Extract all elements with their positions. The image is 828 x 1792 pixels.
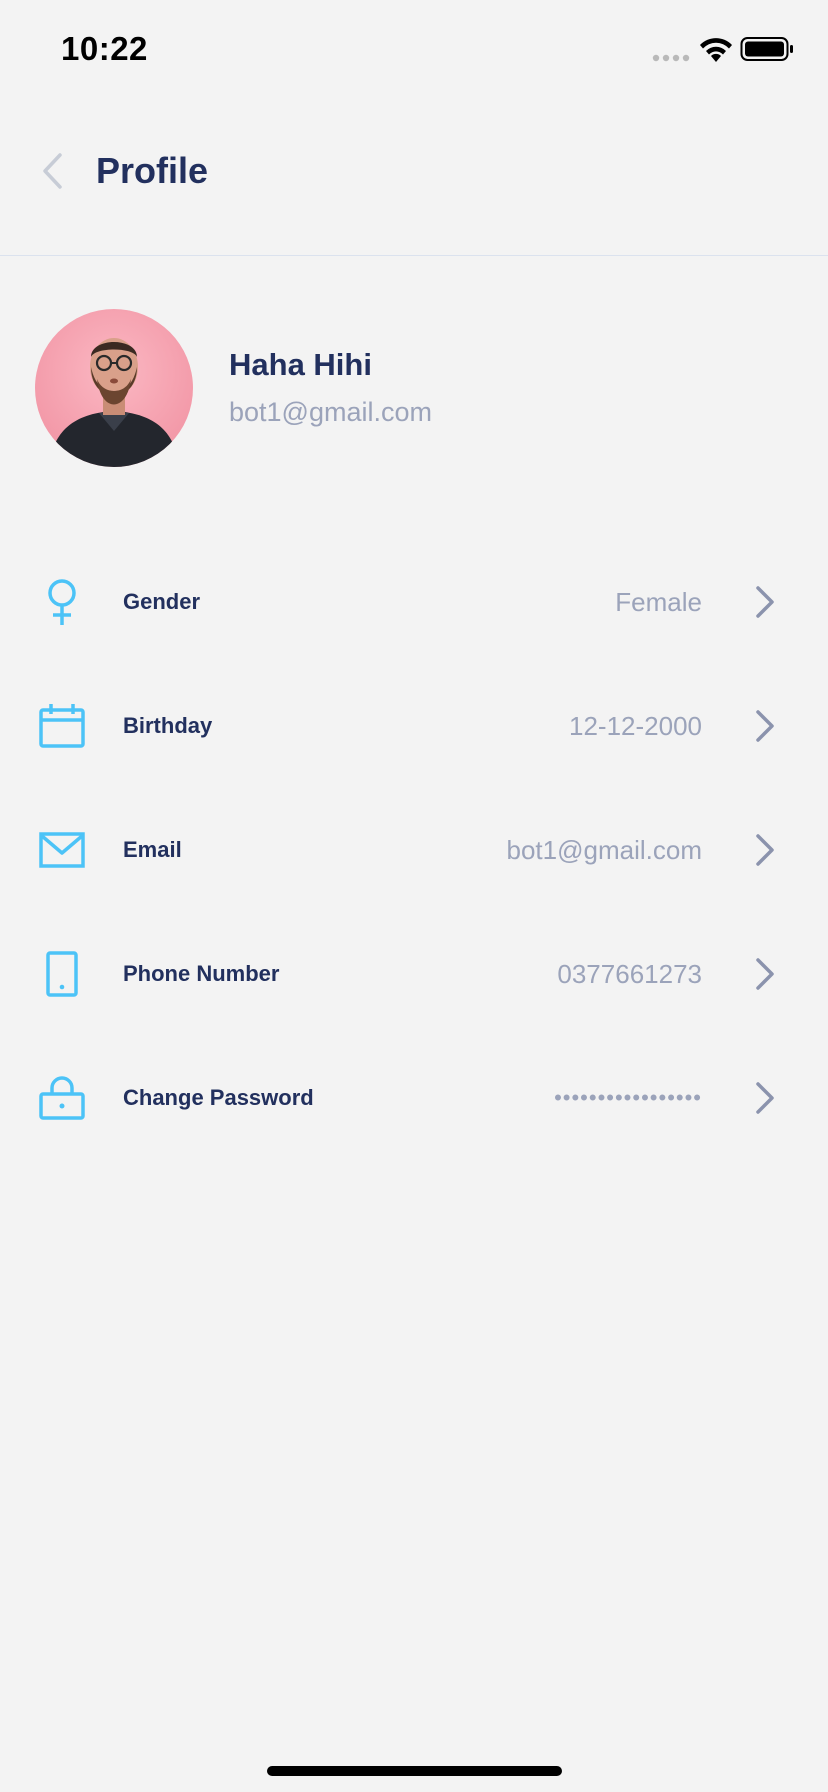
chevron-right-icon <box>752 1080 778 1116</box>
nav-header: Profile <box>0 100 828 256</box>
settings-row-value: ••••••••••••••••• <box>554 1085 702 1110</box>
settings-row-value: 0377661273 <box>557 958 702 989</box>
settings-row-value: Female <box>615 586 702 617</box>
profile-settings-list: Gender Female Birthday 12-12-2000 Email … <box>0 540 828 1160</box>
avatar[interactable] <box>35 309 193 467</box>
profile-summary: Haha Hihi bot1@gmail.com <box>35 309 795 469</box>
page-title: Profile <box>96 150 209 191</box>
phone-icon <box>38 948 86 1000</box>
cellular-signal-icon <box>652 54 690 62</box>
lock-icon <box>38 1072 86 1124</box>
settings-row-label: Birthday <box>123 713 213 738</box>
settings-row-value: bot1@gmail.com <box>506 834 702 865</box>
home-indicator[interactable] <box>267 1766 562 1776</box>
settings-row-email[interactable]: Email bot1@gmail.com <box>0 788 828 912</box>
settings-row-birthday[interactable]: Birthday 12-12-2000 <box>0 664 828 788</box>
calendar-icon <box>38 700 86 752</box>
chevron-right-icon <box>752 956 778 992</box>
back-button[interactable] <box>30 146 74 196</box>
settings-row-change-password[interactable]: Change Password ••••••••••••••••• <box>0 1036 828 1160</box>
battery-icon <box>740 37 793 61</box>
settings-row-phone[interactable]: Phone Number 0377661273 <box>0 912 828 1036</box>
settings-row-label: Email <box>123 837 182 862</box>
profile-screen: 10:22 Profile Haha Hihi bot1@gmail.com G… <box>0 0 828 1792</box>
settings-row-label: Gender <box>123 589 201 614</box>
chevron-right-icon <box>752 832 778 868</box>
female-icon <box>38 576 86 628</box>
settings-row-value: 12-12-2000 <box>569 710 702 741</box>
settings-row-label: Phone Number <box>123 961 280 986</box>
status-bar: 10:22 <box>0 0 828 100</box>
chevron-right-icon <box>752 584 778 620</box>
mail-icon <box>38 824 86 876</box>
settings-row-label: Change Password <box>123 1085 314 1110</box>
chevron-right-icon <box>752 708 778 744</box>
avatar-portrait <box>49 338 179 467</box>
wifi-icon <box>700 38 732 62</box>
settings-row-gender[interactable]: Gender Female <box>0 540 828 664</box>
chevron-left-icon <box>43 153 62 189</box>
status-time: 10:22 <box>61 30 148 67</box>
profile-name: Haha Hihi <box>229 347 372 382</box>
profile-email: bot1@gmail.com <box>229 397 432 427</box>
